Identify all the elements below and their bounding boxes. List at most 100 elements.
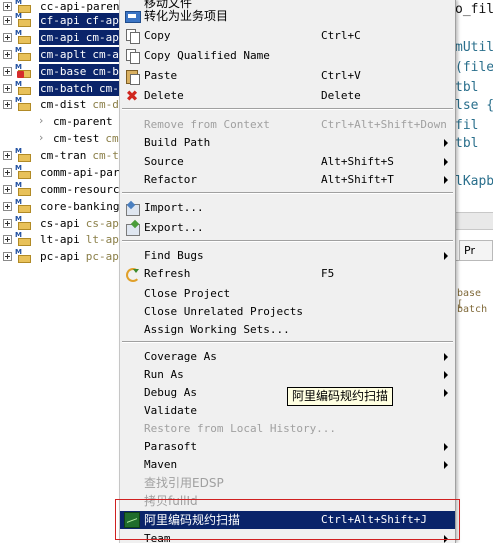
menu-item-delete[interactable]: ✖ Delete Delete: [120, 87, 455, 105]
expand-toggle-icon[interactable]: [3, 100, 12, 109]
menu-item-label: Paste: [144, 69, 178, 82]
tree-item[interactable]: Mcm-dist cm-d: [0, 96, 125, 113]
menu-item-label: Refactor: [144, 173, 197, 186]
tree-item[interactable]: Mcs-api cs-ap: [0, 215, 125, 232]
expand-toggle-icon[interactable]: [3, 185, 12, 194]
project-name: cm-parent: [53, 115, 113, 128]
menu-item-import[interactable]: Import...: [120, 199, 455, 217]
menu-item-export[interactable]: Export...: [120, 219, 455, 237]
menu-item-label: Import...: [144, 201, 204, 214]
expand-toggle-icon[interactable]: [3, 202, 12, 211]
menu-item-team[interactable]: Team: [120, 530, 455, 543]
expand-toggle-icon[interactable]: [3, 235, 12, 244]
copy-icon: [124, 48, 140, 64]
expand-toggle-icon[interactable]: [3, 151, 12, 160]
tree-item[interactable]: Mcf-api cf-ap: [0, 12, 125, 29]
menu-item-remove-from-context: Remove from Context Ctrl+Alt+Shift+Down: [120, 116, 455, 134]
view-tab-problems[interactable]: Pr: [459, 240, 493, 260]
tree-item[interactable]: Mcm-base cm-b: [0, 63, 125, 80]
expand-toggle-icon[interactable]: [3, 219, 12, 228]
code-line: (file: [455, 60, 493, 75]
project-decoration: cm-: [98, 82, 119, 95]
menu-item-close-unrelated-projects[interactable]: Close Unrelated Projects: [120, 303, 455, 321]
menu-item-paste[interactable]: Paste Ctrl+V: [120, 67, 455, 85]
menu-item[interactable]: 转化为业务项目: [120, 7, 455, 25]
menu-item-copy[interactable]: Copy Ctrl+C: [120, 27, 455, 45]
menu-item-assign-working-sets[interactable]: Assign Working Sets...: [120, 321, 455, 339]
menu-item-coverage-as[interactable]: Coverage As: [120, 348, 455, 366]
menu-item-parasoft[interactable]: Parasoft: [120, 438, 455, 456]
view-tab-label: Pr: [464, 244, 475, 257]
menu-item-refresh[interactable]: Refresh F5: [120, 265, 455, 283]
menu-item-shortcut: Ctrl+Alt+Shift+J: [321, 513, 427, 526]
menu-item-source[interactable]: Source Alt+Shift+S: [120, 153, 455, 171]
tree-item[interactable]: › cm-parent: [0, 113, 125, 130]
menu-item-label: 阿里编码规约扫描: [144, 513, 241, 527]
tree-item-label: lt-api lt-ap: [39, 232, 120, 247]
tree-item[interactable]: Mcore-banking-: [0, 198, 125, 215]
project-decoration: cs-ap: [85, 217, 119, 230]
project-decoration: cm-b: [92, 65, 119, 78]
menu-item-label: Coverage As: [144, 350, 217, 363]
maven-project-icon: M: [15, 216, 35, 231]
tree-item-label: cs-api cs-ap: [39, 216, 120, 231]
tree-item[interactable]: › cm-test cm: [0, 130, 125, 147]
menu-item-label: Source: [144, 155, 184, 168]
tree-item[interactable]: Mcm-batch cm-: [0, 80, 125, 97]
project-name: cm-dist: [40, 98, 87, 111]
expand-toggle-icon[interactable]: [3, 33, 12, 42]
tree-item[interactable]: Mcomm-api-paren: [0, 164, 125, 181]
menu-item-label: Close Project: [144, 287, 231, 300]
code-scan-icon: [124, 512, 140, 528]
menu-separator: [122, 192, 453, 194]
project-name: comm-api-paren: [40, 166, 125, 179]
submenu-arrow-icon: [444, 389, 448, 397]
menu-item-copy-qualified-name[interactable]: Copy Qualified Name: [120, 47, 455, 65]
submenu-arrow-icon: [444, 158, 448, 166]
tree-item[interactable]: Mpc-api pc-ap: [0, 248, 125, 265]
code-editor[interactable]: o_fil mUtil (file tbl lse { fil tbl lKapb Pr…: [455, 0, 493, 543]
submenu-arrow-icon: [444, 443, 448, 451]
chevron-right-icon[interactable]: ›: [39, 131, 43, 144]
menu-separator: [122, 341, 453, 343]
menu-item-label: 转化为业务项目: [144, 9, 229, 23]
tree-item[interactable]: Mlt-api lt-ap: [0, 231, 125, 248]
menu-separator: [122, 240, 453, 242]
menu-item-build-path[interactable]: Build Path: [120, 134, 455, 152]
tree-item-label: cm-tran cm-t: [39, 148, 120, 163]
menu-item[interactable]: 阿里编码规约扫描 Ctrl+Alt+Shift+J: [120, 511, 455, 529]
menu-item-run-as[interactable]: Run As: [120, 366, 455, 384]
expand-toggle-icon[interactable]: [3, 50, 12, 59]
chevron-right-icon[interactable]: ›: [39, 114, 43, 127]
tree-item-label: cm-test cm: [52, 131, 120, 146]
tree-item[interactable]: Mcm-api cm-ap: [0, 29, 125, 46]
expand-toggle-icon[interactable]: [3, 67, 12, 76]
paste-icon: [124, 68, 140, 85]
expand-toggle-icon[interactable]: [3, 16, 12, 25]
tree-item-label: cm-batch cm-: [39, 81, 120, 96]
expand-toggle-icon[interactable]: [3, 252, 12, 261]
menu-item-label: Validate: [144, 404, 197, 417]
tree-item[interactable]: Mcm-tran cm-t: [0, 147, 125, 164]
tree-item[interactable]: Mcm-aplt cm-ap: [0, 46, 125, 63]
code-line: o_fil: [455, 2, 493, 17]
menu-item-shortcut: Ctrl+C: [321, 29, 361, 42]
menu-item-label: Copy Qualified Name: [144, 49, 270, 62]
expand-toggle-icon[interactable]: [3, 2, 12, 11]
project-name: cm-batch: [40, 82, 93, 95]
menu-item-find-bugs[interactable]: Find Bugs: [120, 247, 455, 265]
menu-item-maven[interactable]: Maven: [120, 456, 455, 474]
project-decoration: cm-t: [92, 149, 119, 162]
maven-project-icon: M: [15, 81, 35, 96]
menu-item-label: Assign Working Sets...: [144, 323, 290, 336]
maven-project-icon: M: [15, 30, 35, 45]
expand-toggle-icon[interactable]: [3, 168, 12, 177]
package-explorer-tree: Mcc-api-parent Mcf-api cf-ap Mcm-api cm-ap Mc…: [0, 0, 125, 543]
menu-item-refactor[interactable]: Refactor Alt+Shift+T: [120, 171, 455, 189]
expand-toggle-icon[interactable]: [3, 84, 12, 93]
menu-item-label: Remove from Context: [144, 118, 270, 131]
submenu-arrow-icon: [444, 535, 448, 543]
project-name: cm-test: [53, 132, 100, 145]
tree-item[interactable]: Mcomm-resource: [0, 181, 125, 198]
menu-item-close-project[interactable]: Close Project: [120, 285, 455, 303]
